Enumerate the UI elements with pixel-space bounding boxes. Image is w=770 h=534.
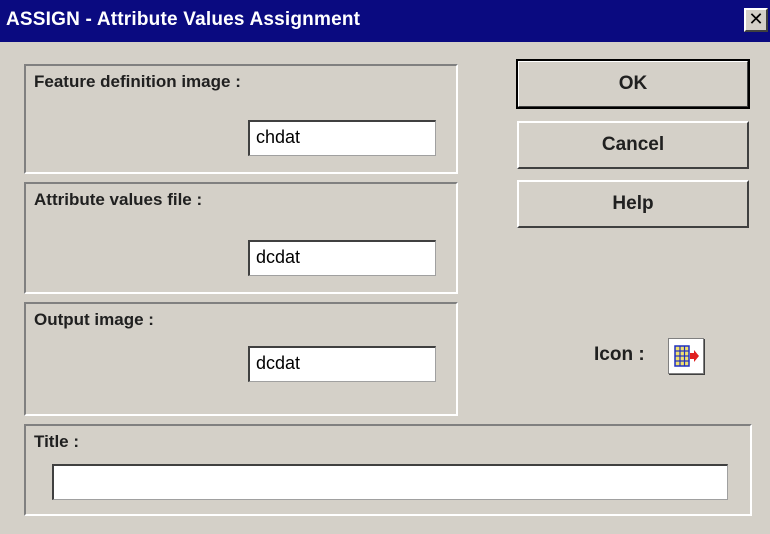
title-label: Title : (34, 432, 80, 451)
output-image-label: Output image : (34, 310, 154, 329)
close-icon: ✕ (748, 9, 764, 29)
close-button[interactable]: ✕ (744, 8, 768, 32)
title-bar: ASSIGN - Attribute Values Assignment ✕ (0, 0, 770, 42)
attribute-values-input[interactable]: dcdat (248, 240, 436, 276)
output-image-group: Output image : dcdat (24, 302, 458, 416)
attribute-values-label: Attribute values file : (34, 190, 203, 209)
icon-label: Icon : (594, 344, 645, 365)
help-button[interactable]: Help (517, 180, 749, 228)
feature-definition-label: Feature definition image : (34, 72, 241, 91)
feature-definition-group: Feature definition image : chdat (24, 64, 458, 174)
ok-button[interactable]: OK (516, 59, 750, 109)
output-image-input[interactable]: dcdat (248, 346, 436, 382)
icon-picker-button[interactable] (668, 338, 704, 374)
title-group: Title : (24, 424, 752, 516)
table-arrow-icon (674, 345, 699, 367)
cancel-button[interactable]: Cancel (517, 121, 749, 169)
attribute-values-group: Attribute values file : dcdat (24, 182, 458, 294)
title-input[interactable] (52, 464, 728, 500)
window-title: ASSIGN - Attribute Values Assignment (6, 9, 361, 30)
feature-definition-input[interactable]: chdat (248, 120, 436, 156)
